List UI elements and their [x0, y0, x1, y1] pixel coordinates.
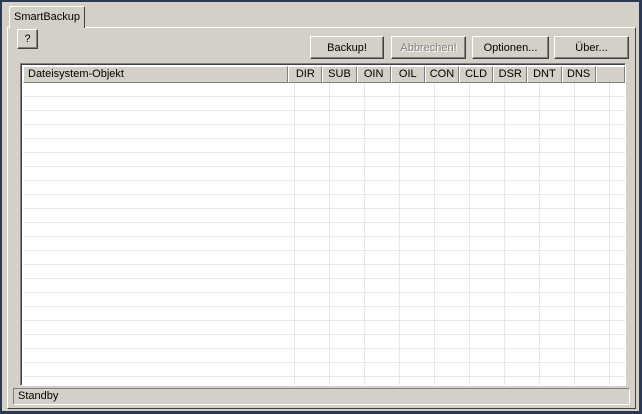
column-separator — [294, 83, 295, 385]
column-separator — [539, 83, 540, 385]
column-header-dns[interactable]: DNS — [561, 66, 596, 83]
list-body[interactable] — [23, 83, 625, 385]
column-header-sub[interactable]: SUB — [322, 66, 357, 83]
column-separator — [469, 83, 470, 385]
tab-panel: ? Backup! Abbrechen! Optionen... Über...… — [7, 27, 636, 409]
column-header-dateisystem-objekt[interactable]: Dateisystem-Objekt — [23, 66, 289, 83]
column-separator — [434, 83, 435, 385]
column-header-spacer[interactable] — [595, 66, 625, 83]
options-button[interactable]: Optionen... — [472, 36, 549, 59]
status-text: Standby — [18, 390, 59, 402]
tab-smartbackup-label: SmartBackup — [14, 11, 81, 23]
column-separator — [574, 83, 575, 385]
column-header-cld[interactable]: CLD — [459, 66, 494, 83]
column-separator — [609, 83, 610, 385]
filesystem-object-list[interactable]: Dateisystem-Objekt DIR SUB OIN OIL CON CLD DSR D… — [20, 63, 626, 386]
help-button[interactable]: ? — [17, 29, 38, 49]
column-separator — [364, 83, 365, 385]
about-button[interactable]: Über... — [554, 36, 629, 59]
backup-button[interactable]: Backup! — [310, 36, 384, 59]
status-bar: Standby — [13, 388, 630, 405]
column-header-dir[interactable]: DIR — [288, 66, 323, 83]
list-header: Dateisystem-Objekt DIR SUB OIN OIL CON CLD DSR D… — [23, 66, 625, 83]
application-window: SmartBackup ? Backup! Abbrechen! Optione… — [2, 2, 639, 411]
column-header-oil[interactable]: OIL — [390, 66, 425, 83]
column-separator — [399, 83, 400, 385]
abort-button: Abbrechen! — [391, 36, 466, 59]
column-header-oin[interactable]: OIN — [356, 66, 391, 83]
column-header-dsr[interactable]: DSR — [493, 66, 528, 83]
column-header-con[interactable]: CON — [424, 66, 460, 83]
tab-smartbackup[interactable]: SmartBackup — [9, 6, 85, 28]
column-header-dnt[interactable]: DNT — [527, 66, 562, 83]
column-separator — [504, 83, 505, 385]
column-separator — [329, 83, 330, 385]
